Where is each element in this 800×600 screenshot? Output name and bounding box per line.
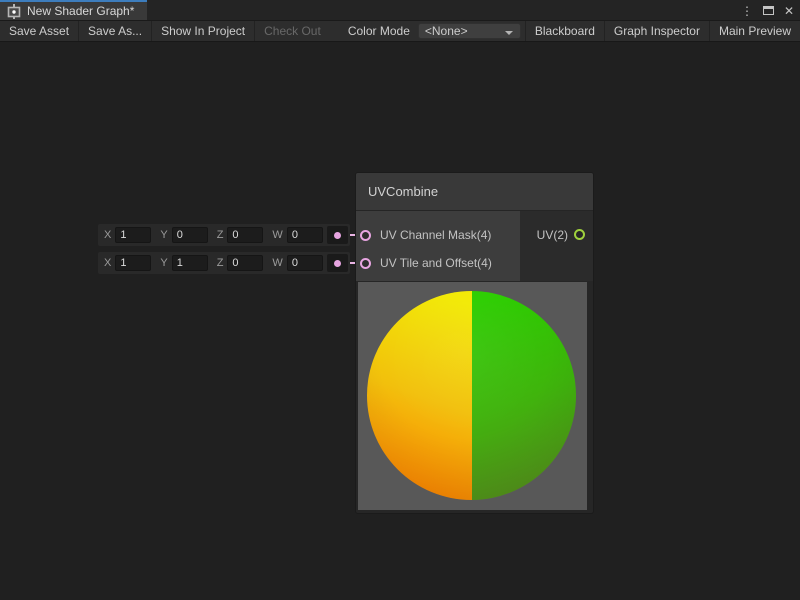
sphere-shading (367, 291, 576, 500)
save-as-button[interactable]: Save As... (79, 21, 151, 41)
node-uvcombine[interactable]: UVCombine UV Channel Mask(4) UV Tile and… (356, 173, 593, 513)
kebab-menu-icon[interactable]: ⋮ (741, 5, 753, 17)
toolbar-right-group: Color Mode <None> Blackboard Graph Inspe… (340, 21, 800, 41)
vector-field-input[interactable]: 0 (172, 227, 208, 243)
shader-graph-icon (7, 4, 21, 19)
graph-canvas[interactable]: X 1 Y 0 Z 0 W 0 X 1 Y 1 Z 0 W (0, 42, 800, 600)
preview-sphere (367, 291, 576, 500)
vector-field-input[interactable]: 0 (227, 255, 263, 271)
node-title: UVCombine (368, 184, 438, 199)
vector-field-label: Z (217, 257, 224, 269)
vector4-input-widget-2: X 1 Y 1 Z 0 W 0 (98, 252, 350, 274)
show-in-project-button[interactable]: Show In Project (152, 21, 254, 41)
main-preview-button[interactable]: Main Preview (710, 21, 800, 41)
color-mode-value: <None> (425, 24, 468, 38)
maximize-glyph (763, 6, 774, 15)
output-port-vector4[interactable] (327, 254, 348, 272)
vector-field: W 0 (272, 227, 322, 243)
vector-field-label: X (104, 257, 111, 269)
vector-field: W 0 (272, 255, 322, 271)
maximize-icon[interactable] (763, 6, 774, 15)
vector-field-input[interactable]: 1 (172, 255, 208, 271)
vector-field-label: W (272, 257, 282, 269)
vector-field-label: X (104, 229, 111, 241)
vector-field-label: Y (160, 229, 167, 241)
node-ports-section: UV Channel Mask(4) UV Tile and Offset(4)… (356, 211, 593, 281)
output-port-label: UV(2) (537, 228, 568, 242)
vector-field-input[interactable]: 0 (287, 227, 323, 243)
vector-field-input[interactable]: 1 (115, 227, 151, 243)
window-controls: ⋮ ✕ (741, 0, 794, 21)
tab-title: New Shader Graph* (27, 4, 134, 18)
input-port-label: UV Tile and Offset(4) (380, 256, 492, 270)
tab-new-shader-graph[interactable]: New Shader Graph* (0, 0, 147, 20)
check-out-button: Check Out (255, 21, 330, 41)
vector4-input-widget-1: X 1 Y 0 Z 0 W 0 (98, 224, 350, 246)
port-dot-icon (334, 232, 341, 239)
output-port-vector2[interactable] (574, 229, 585, 240)
vector-field: Y 0 (160, 227, 207, 243)
vector-field-input[interactable]: 0 (227, 227, 263, 243)
node-header[interactable]: UVCombine (356, 173, 593, 211)
vector-field-label: Y (160, 257, 167, 269)
close-icon[interactable]: ✕ (784, 5, 794, 17)
save-asset-button[interactable]: Save Asset (0, 21, 78, 41)
shader-graph-toolbar: Save Asset Save As... Show In Project Ch… (0, 21, 800, 42)
input-port-label: UV Channel Mask(4) (380, 228, 491, 242)
input-port-vector4[interactable] (360, 258, 371, 269)
color-mode-label: Color Mode (340, 21, 418, 41)
vector-field-input[interactable]: 1 (115, 255, 151, 271)
node-outputs: UV(2) (520, 211, 593, 281)
tab-bar: New Shader Graph* ⋮ ✕ (0, 0, 800, 21)
output-port-vector4[interactable] (327, 226, 348, 244)
chevron-down-icon (505, 31, 513, 35)
input-port-vector4[interactable] (360, 230, 371, 241)
vector-field-label: Z (217, 229, 224, 241)
port-dot-icon (334, 260, 341, 267)
node-inputs: UV Channel Mask(4) UV Tile and Offset(4) (356, 211, 520, 281)
graph-inspector-button[interactable]: Graph Inspector (605, 21, 709, 41)
input-port-row: UV Channel Mask(4) (356, 221, 520, 249)
vector-field: X 1 (104, 227, 151, 243)
vector-field: X 1 (104, 255, 151, 271)
color-mode-dropdown[interactable]: <None> (418, 23, 521, 39)
input-port-row: UV Tile and Offset(4) (356, 249, 520, 277)
vector-field-input[interactable]: 0 (287, 255, 323, 271)
node-preview (358, 282, 587, 510)
vector-field: Z 0 (217, 255, 264, 271)
vector-field-label: W (272, 229, 282, 241)
vector-field: Z 0 (217, 227, 264, 243)
vector-field: Y 1 (160, 255, 207, 271)
blackboard-button[interactable]: Blackboard (526, 21, 604, 41)
